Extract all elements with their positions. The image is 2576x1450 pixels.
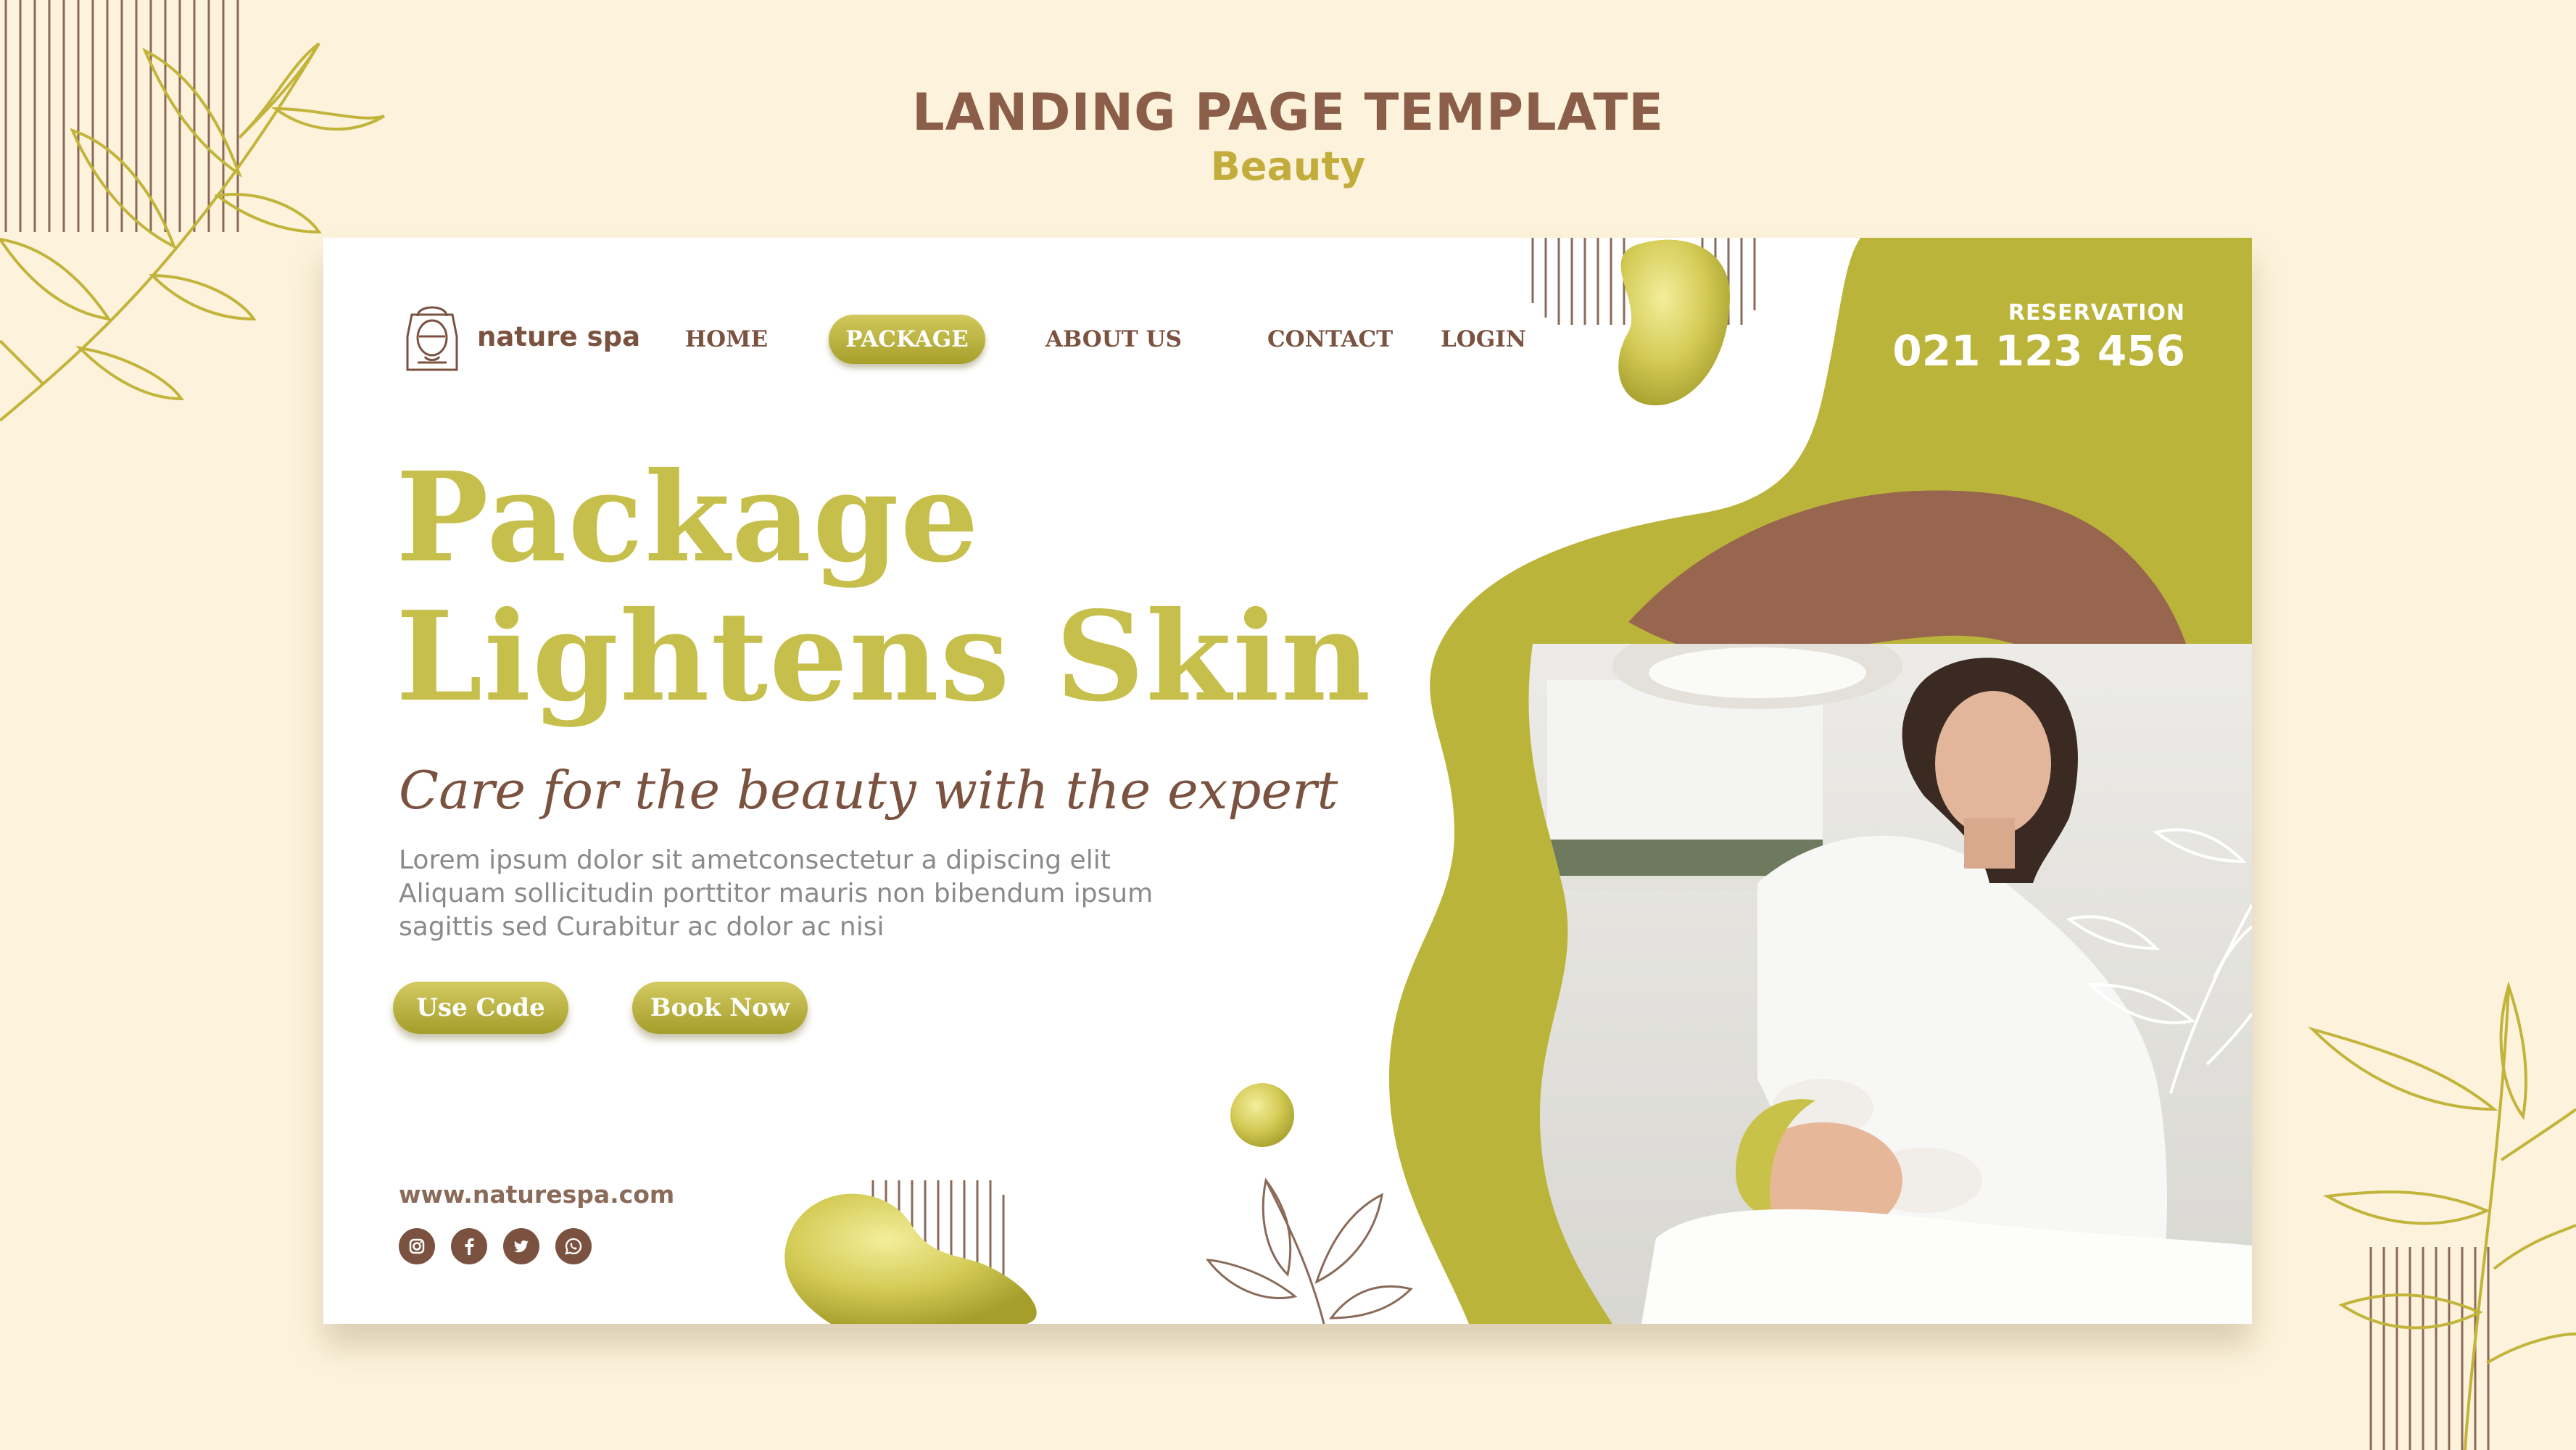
nav-login[interactable]: LOGIN	[1440, 315, 1527, 364]
website-link[interactable]: www.naturespa.com	[399, 1180, 674, 1209]
use-code-button[interactable]: Use Code	[393, 982, 568, 1034]
page-subtitle: Beauty	[1210, 144, 1366, 189]
spa-treatment-photo	[1528, 644, 2252, 1324]
hero-title: Package Lightens Skin	[396, 448, 1372, 726]
twitter-icon[interactable]	[503, 1228, 539, 1264]
body-line-1: Lorem ipsum dolor sit ametconsectetur a …	[399, 845, 1111, 875]
hero-title-line1: Package	[396, 445, 980, 590]
nav-package[interactable]: PACKAGE	[829, 315, 985, 364]
olive-blob-bottom	[784, 1193, 1037, 1324]
book-now-button[interactable]: Book Now	[632, 982, 808, 1034]
reservation-phone[interactable]: 021 123 456	[1892, 326, 2185, 376]
social-links	[399, 1228, 608, 1264]
brand-name: nature spa	[477, 320, 641, 352]
hero-tagline: Care for the beauty with the expert	[399, 760, 1338, 821]
leaf-sketch-bottom	[1205, 1177, 1413, 1324]
instagram-icon[interactable]	[399, 1228, 435, 1264]
page-title: LANDING PAGE TEMPLATE	[911, 83, 1665, 142]
hero-body-text: Lorem ipsum dolor sit ametconsectetur a …	[399, 844, 1269, 944]
brand-logo[interactable]: nature spa	[397, 300, 640, 373]
body-line-2: Aliquam sollicitudin porttitor mauris no…	[399, 879, 1154, 908]
nav-contact[interactable]: CONTACT	[1267, 315, 1393, 364]
olive-blob-top	[1618, 239, 1730, 406]
whatsapp-icon[interactable]	[555, 1228, 592, 1264]
landing-card: nature spa HOME PACKAGE ABOUT US CONTACT…	[323, 238, 2252, 1324]
hero-title-line2: Lightens Skin	[396, 584, 1372, 729]
body-line-3: sagittis sed Curabitur ac dolor ac nisi	[399, 912, 885, 942]
nav-about-us[interactable]: ABOUT US	[1041, 315, 1186, 364]
spa-face-icon	[406, 306, 458, 371]
reservation-block: RESERVATION 021 123 456	[1892, 300, 2185, 376]
facebook-icon[interactable]	[451, 1228, 487, 1264]
leaf-decoration-bottom-right	[2308, 981, 2576, 1450]
page-header: LANDING PAGE TEMPLATE Beauty	[0, 80, 2576, 188]
olive-blob-small	[1230, 1083, 1294, 1147]
reservation-label: RESERVATION	[2008, 300, 2185, 326]
nav-home[interactable]: HOME	[683, 315, 770, 364]
